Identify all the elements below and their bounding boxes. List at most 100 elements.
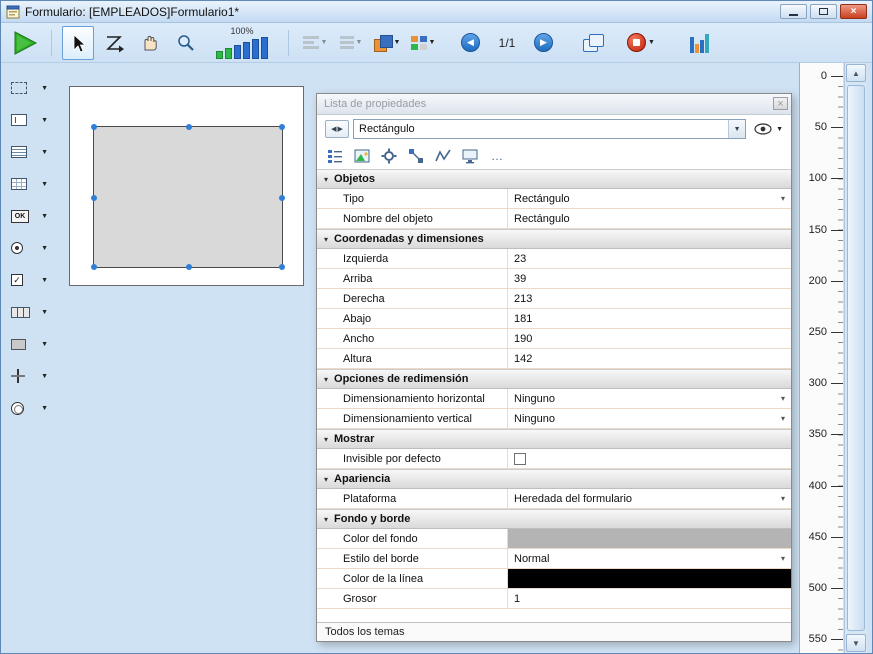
property-value[interactable]: Rectángulo bbox=[507, 209, 791, 228]
arrow-left-icon: ◀ bbox=[467, 37, 474, 48]
display-options-dropdown-button[interactable]: ▼ bbox=[407, 26, 439, 60]
close-button[interactable]: × bbox=[840, 4, 867, 19]
view-options-button[interactable]: ▼ bbox=[754, 123, 783, 135]
object-combobox[interactable]: Rectángulo ▼ bbox=[353, 119, 746, 139]
section-header-objetos[interactable]: ▾ Objetos bbox=[317, 169, 791, 189]
tab-settings[interactable] bbox=[380, 147, 398, 165]
scroll-down-button[interactable]: ▼ bbox=[846, 634, 866, 652]
selection-handle-se[interactable] bbox=[279, 264, 285, 270]
panel-close-button[interactable]: × bbox=[773, 97, 788, 110]
zoom-bar[interactable] bbox=[252, 39, 259, 59]
plugin-area-icon bbox=[11, 402, 24, 415]
chevron-down-icon: ▾ bbox=[781, 554, 785, 563]
vertical-scrollbar[interactable]: ▲ ▼ bbox=[844, 63, 867, 653]
tool-radio-button[interactable]: ▼ bbox=[1, 233, 56, 263]
pointer-tool-button[interactable] bbox=[62, 26, 94, 60]
distribute-dropdown-button[interactable]: ▼ bbox=[335, 26, 367, 60]
property-value[interactable]: 39 bbox=[507, 269, 791, 288]
form-pages-button[interactable] bbox=[577, 26, 609, 60]
property-value[interactable]: 1 bbox=[507, 589, 791, 608]
tool-button-grid[interactable]: ▼ bbox=[1, 297, 56, 327]
zoom-tool-button[interactable] bbox=[170, 26, 202, 60]
tab-more[interactable]: … bbox=[488, 147, 506, 165]
property-value-dropdown[interactable]: Ninguno ▾ bbox=[507, 389, 791, 408]
level-dropdown-button[interactable]: ▼ bbox=[371, 26, 403, 60]
tab-property-list[interactable] bbox=[326, 147, 344, 165]
tool-plugin-area[interactable]: ▼ bbox=[1, 393, 56, 423]
page-indicator: 1/1 bbox=[484, 36, 530, 50]
section-header-mostrar[interactable]: ▾ Mostrar bbox=[317, 429, 791, 449]
zoom-bar[interactable] bbox=[261, 37, 268, 59]
field-list-icon bbox=[11, 146, 27, 158]
property-label: Ancho bbox=[317, 329, 507, 348]
section-header-fondo-borde[interactable]: ▾ Fondo y borde bbox=[317, 509, 791, 529]
property-value-checkbox bbox=[507, 449, 791, 468]
property-label: Altura bbox=[317, 349, 507, 368]
zoom-bar[interactable] bbox=[216, 51, 223, 59]
panel-title-bar[interactable]: Lista de propiedades × bbox=[317, 94, 791, 115]
chevron-down-icon: ▼ bbox=[648, 39, 655, 46]
section-header-coordenadas[interactable]: ▾ Coordenadas y dimensiones bbox=[317, 229, 791, 249]
selection-handle-s[interactable] bbox=[186, 264, 192, 270]
section-header-redimension[interactable]: ▾ Opciones de redimensión bbox=[317, 369, 791, 389]
selection-handle-ne[interactable] bbox=[279, 124, 285, 130]
property-value[interactable]: 142 bbox=[507, 349, 791, 368]
chart-button[interactable] bbox=[683, 26, 715, 60]
property-value[interactable]: 23 bbox=[507, 249, 791, 268]
selected-rectangle-object[interactable] bbox=[93, 126, 283, 268]
zoom-level-widget[interactable]: 100% bbox=[210, 27, 274, 59]
selection-handle-sw[interactable] bbox=[91, 264, 97, 270]
property-value[interactable]: 190 bbox=[507, 329, 791, 348]
tab-display[interactable] bbox=[461, 147, 479, 165]
align-dropdown-button[interactable]: ▼ bbox=[299, 26, 331, 60]
scrollbar-thumb[interactable] bbox=[847, 85, 865, 631]
run-icon bbox=[11, 30, 39, 56]
minimize-button[interactable] bbox=[780, 4, 807, 19]
section-header-apariencia[interactable]: ▾ Apariencia bbox=[317, 469, 791, 489]
property-value[interactable]: 181 bbox=[507, 309, 791, 328]
zoom-bar[interactable] bbox=[234, 45, 241, 59]
tool-list-box[interactable]: ▼ bbox=[1, 169, 56, 199]
next-page-button[interactable]: ▶ bbox=[534, 33, 553, 52]
entry-order-tool-button[interactable] bbox=[98, 26, 130, 60]
selection-handle-n[interactable] bbox=[186, 124, 192, 130]
zoom-bar[interactable] bbox=[225, 48, 232, 59]
tab-picture[interactable] bbox=[353, 147, 371, 165]
selection-handle-w[interactable] bbox=[91, 195, 97, 201]
stop-dropdown-button[interactable]: ▼ bbox=[625, 26, 657, 60]
property-row-tipo: Tipo Rectángulo ▾ bbox=[317, 189, 791, 209]
tool-input[interactable]: ▼ bbox=[1, 105, 56, 135]
property-value-dropdown[interactable]: Ninguno ▾ bbox=[507, 409, 791, 428]
property-value-dropdown[interactable]: Rectángulo ▾ bbox=[507, 189, 791, 208]
previous-page-button[interactable]: ◀ bbox=[461, 33, 480, 52]
chevron-down-icon: ▼ bbox=[41, 117, 48, 124]
property-row-altura: Altura 142 bbox=[317, 349, 791, 369]
scroll-up-button[interactable]: ▲ bbox=[846, 64, 866, 82]
hand-tool-button[interactable] bbox=[134, 26, 166, 60]
form-canvas[interactable] bbox=[69, 86, 304, 286]
property-value[interactable]: 213 bbox=[507, 289, 791, 308]
tool-splitter[interactable]: ▼ bbox=[1, 361, 56, 391]
tool-marquee[interactable]: ▼ bbox=[1, 73, 56, 103]
run-form-button[interactable] bbox=[9, 26, 41, 60]
object-spinner[interactable]: ◀ ▶ bbox=[325, 120, 349, 138]
selection-handle-e[interactable] bbox=[279, 195, 285, 201]
tool-rectangle[interactable]: ▼ bbox=[1, 329, 56, 359]
line-color-swatch[interactable] bbox=[507, 569, 791, 588]
property-value-dropdown[interactable]: Normal ▾ bbox=[507, 549, 791, 568]
tool-button[interactable]: OK▼ bbox=[1, 201, 56, 231]
selection-handle-nw[interactable] bbox=[91, 124, 97, 130]
tool-checkbox[interactable]: ✓▼ bbox=[1, 265, 56, 295]
property-value-dropdown[interactable]: Heredada del formulario ▾ bbox=[507, 489, 791, 508]
picture-icon bbox=[354, 148, 370, 164]
maximize-button[interactable] bbox=[810, 4, 837, 19]
property-label: Grosor bbox=[317, 589, 507, 608]
tab-connections[interactable] bbox=[407, 147, 425, 165]
invisible-checkbox[interactable] bbox=[514, 453, 526, 465]
zoom-bar[interactable] bbox=[243, 42, 250, 59]
combobox-arrow-button[interactable]: ▼ bbox=[728, 120, 745, 138]
tab-curve[interactable] bbox=[434, 147, 452, 165]
tool-field-list[interactable]: ▼ bbox=[1, 137, 56, 167]
section-title: Objetos bbox=[334, 173, 375, 185]
background-color-swatch[interactable] bbox=[507, 529, 791, 548]
